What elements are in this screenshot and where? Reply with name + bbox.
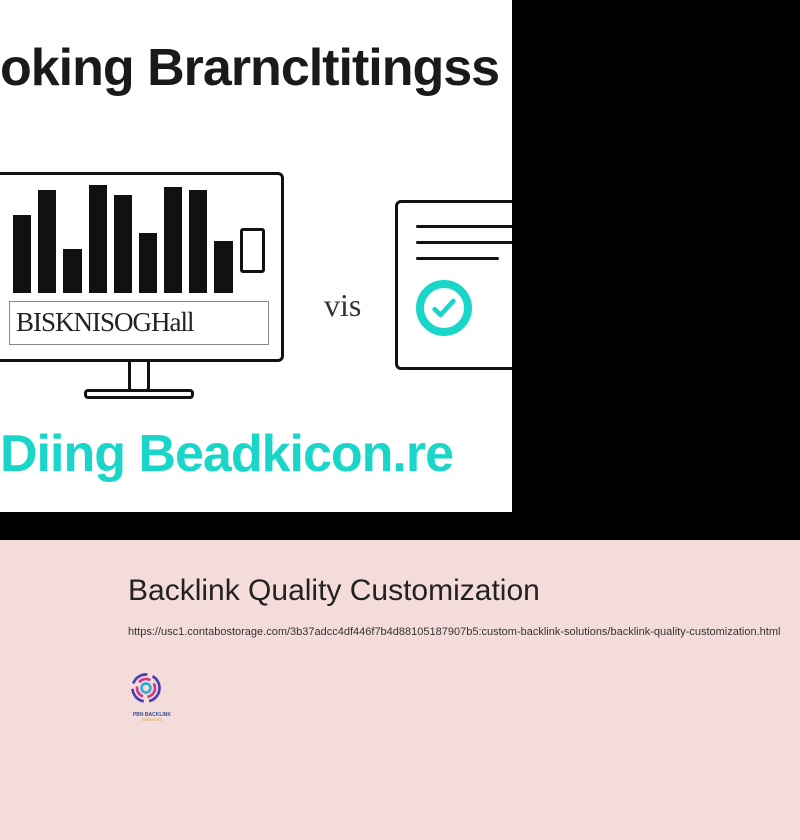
source-url[interactable]: https://usc1.contabostorage.com/3b37adcc… [128, 626, 782, 638]
monitor-left-screen: BISKNISOGHall [0, 172, 284, 362]
text-line-icon [416, 257, 499, 260]
brand-logo: PBN BACKLINK SERVICES [128, 670, 176, 718]
page-title: Backlink Quality Customization [128, 574, 782, 608]
bar-3 [63, 249, 81, 292]
hero-row: oking Brarncltitingss [0, 0, 800, 512]
text-line-icon [416, 241, 512, 244]
text-line-icon [416, 225, 512, 228]
check-row [416, 280, 512, 336]
monitor-right [395, 200, 512, 370]
bar-5 [114, 195, 132, 292]
bar-7 [164, 187, 182, 293]
checkmark-circle-icon [416, 280, 472, 336]
monitor-left: BISKNISOGHall [0, 172, 284, 399]
hero-black-panel [512, 0, 800, 512]
monitor-left-stand [128, 362, 150, 392]
info-panel: Backlink Quality Customization https://u… [0, 540, 800, 840]
bar-2 [38, 190, 56, 293]
monitor-right-screen [395, 200, 512, 370]
swirl-icon [128, 670, 164, 706]
hero-title-top: oking Brarncltitingss [0, 38, 499, 98]
hero-illustration: oking Brarncltitingss [0, 0, 512, 512]
bar-chart [9, 185, 269, 293]
divider-bar [0, 512, 800, 540]
bar-1 [13, 215, 31, 293]
hero-title-bottom: Diing Beadkicon.re [0, 424, 453, 484]
chart-x-axis-label: BISKNISOGHall [16, 307, 194, 338]
monitors-row: BISKNISOGHall vis [0, 160, 512, 410]
bar-8 [189, 190, 207, 293]
monitor-left-base [84, 389, 194, 399]
bar-9 [214, 241, 232, 293]
vis-label: vis [324, 247, 361, 324]
bar-4 [89, 185, 107, 293]
chart-x-axis-box: BISKNISOGHall [9, 301, 269, 345]
speaker-icon [240, 228, 265, 273]
bar-6 [139, 233, 157, 292]
